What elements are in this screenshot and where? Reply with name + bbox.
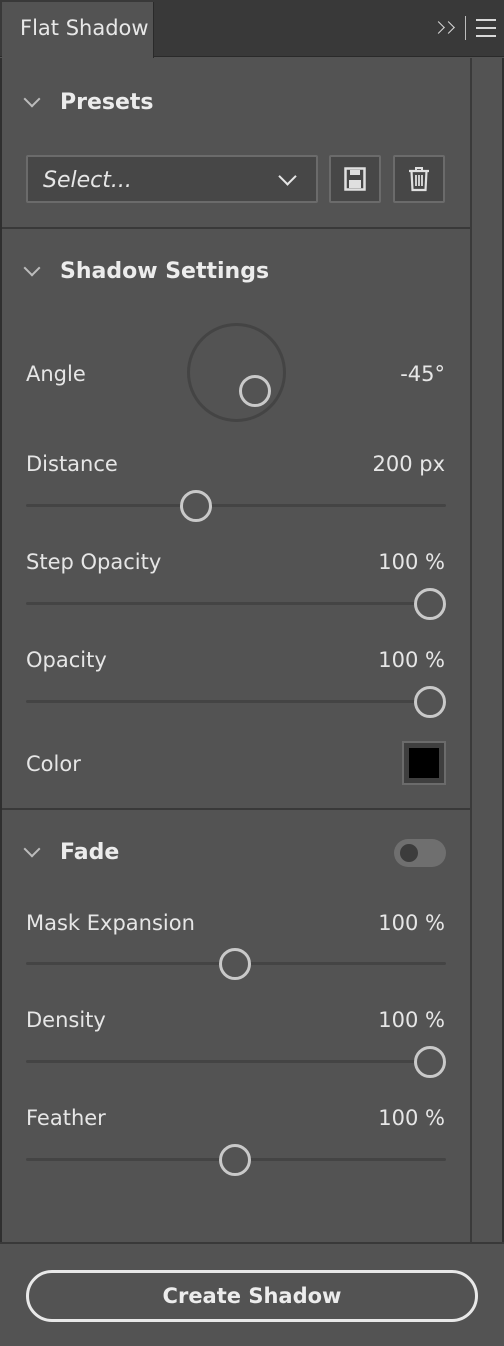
- fade-title: Fade: [60, 840, 120, 865]
- feather-label: Feather: [26, 1106, 106, 1130]
- create-shadow-button[interactable]: Create Shadow: [26, 1270, 478, 1322]
- opacity-slider-knob[interactable]: [414, 686, 446, 718]
- scrollbar[interactable]: [470, 58, 472, 1242]
- collapse-panel-icon[interactable]: [432, 14, 457, 42]
- save-icon: [344, 167, 366, 191]
- angle-dial[interactable]: [187, 323, 286, 422]
- fade-toggle[interactable]: [394, 839, 446, 867]
- feather-value: 100 %: [378, 1106, 445, 1130]
- feather-slider-knob[interactable]: [219, 1144, 251, 1176]
- step-opacity-slider-knob[interactable]: [414, 588, 446, 620]
- panel-menu-icon[interactable]: [476, 19, 496, 37]
- density-slider-knob[interactable]: [414, 1046, 446, 1078]
- density-label: Density: [26, 1008, 106, 1032]
- step-opacity-label: Step Opacity: [26, 550, 162, 574]
- save-preset-button[interactable]: [329, 155, 381, 203]
- step-opacity-value: 100 %: [378, 550, 445, 574]
- density-value: 100 %: [378, 1008, 445, 1032]
- opacity-value: 100 %: [378, 648, 445, 672]
- mask-expansion-label: Mask Expansion: [26, 911, 195, 935]
- fade-header[interactable]: Fade: [23, 840, 120, 865]
- trash-icon: [409, 167, 429, 192]
- distance-slider-knob[interactable]: [180, 490, 212, 522]
- distance-label: Distance: [26, 452, 118, 476]
- chevron-down-icon: [23, 840, 41, 857]
- color-swatch-fill: [409, 748, 439, 778]
- angle-dial-knob[interactable]: [239, 375, 271, 407]
- angle-value: -45°: [400, 362, 445, 386]
- color-label: Color: [26, 752, 81, 776]
- presets-title: Presets: [60, 90, 154, 115]
- tab-actions-divider: [465, 16, 466, 40]
- opacity-label: Opacity: [26, 648, 107, 672]
- mask-expansion-slider-knob[interactable]: [219, 948, 251, 980]
- tab-title: Flat Shadow: [20, 16, 149, 40]
- preset-select[interactable]: Select...: [26, 155, 318, 203]
- angle-label: Angle: [26, 362, 86, 386]
- delete-preset-button[interactable]: [393, 155, 445, 203]
- section-divider: [2, 227, 470, 229]
- distance-value: 200 px: [372, 452, 445, 476]
- chevron-down-icon: [23, 90, 41, 107]
- shadow-settings-title: Shadow Settings: [60, 259, 270, 284]
- color-swatch[interactable]: [402, 741, 446, 785]
- step-opacity-slider-track[interactable]: [26, 602, 446, 605]
- density-slider-track[interactable]: [26, 1060, 446, 1063]
- chevron-down-icon: [278, 167, 297, 186]
- tab-flat-shadow[interactable]: Flat Shadow: [2, 2, 154, 58]
- chevron-down-icon: [23, 259, 41, 276]
- distance-slider-track[interactable]: [26, 504, 446, 507]
- panel-left-edge: [0, 58, 2, 1346]
- mask-expansion-value: 100 %: [378, 911, 445, 935]
- opacity-slider-track[interactable]: [26, 700, 446, 703]
- preset-select-value: Select...: [43, 168, 132, 193]
- panel-footer: Create Shadow: [0, 1242, 504, 1346]
- section-divider: [2, 808, 470, 810]
- fade-toggle-knob: [400, 844, 418, 862]
- tab-actions: [432, 14, 496, 42]
- shadow-settings-header[interactable]: Shadow Settings: [23, 259, 270, 284]
- presets-header[interactable]: Presets: [23, 90, 154, 115]
- panel-tab-bar: Flat Shadow: [0, 0, 504, 58]
